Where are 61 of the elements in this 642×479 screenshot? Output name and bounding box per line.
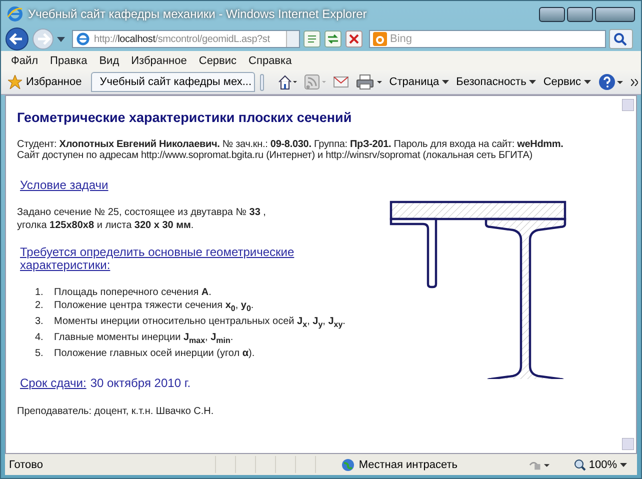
menu-item[interactable]: Вид (99, 54, 120, 66)
site-addresses-text: Сайт доступен по адресам http://www.sopromat.bgita.ru (Интернет) и http://winsrv/sopromat (локальная сеть БГИТА) (17, 150, 534, 161)
globe-icon (340, 458, 355, 472)
list-number: 4. (35, 331, 44, 345)
list-number: 2. (35, 299, 44, 313)
menu-item[interactable]: Избранное (131, 54, 187, 66)
list-number: 5. (35, 347, 44, 360)
list-item-text: Положение центра тяжести сечения x$_{0}$, y$_{0}$. (54, 299, 254, 315)
overflow-chevron-icon[interactable] (631, 78, 638, 86)
browser-tab[interactable]: Учебный сайт кафедры мех... (90, 72, 255, 92)
student-info: Студент: Хлопотных Евгений Николаевич. № зач.кн.: 09-8.030. Группа: ПрЗ-201. Пароль для входа на сайт: weHdmm. (17, 139, 564, 150)
condition-link[interactable]: Условие задачи (20, 178, 387, 192)
zoom-icon (574, 458, 586, 470)
menu-item[interactable]: Файл (11, 54, 38, 66)
stop-icon[interactable] (345, 30, 363, 48)
refresh-icon[interactable] (324, 30, 342, 48)
requirement-link[interactable]: Требуется определить основные геометрические характеристики: (20, 246, 310, 272)
list-number: 1. (35, 286, 44, 299)
zone-text: Местная интрасеть (358, 458, 458, 470)
close-button[interactable] (595, 6, 635, 22)
scrollbar-down-icon (622, 438, 634, 450)
star-icon (8, 75, 22, 89)
printer-icon[interactable] (356, 74, 382, 90)
scrollbar-up-icon (622, 99, 634, 111)
teacher-text: Преподаватель: доцент, к.т.н. Швачко С.Н. (17, 406, 215, 417)
status-text: Готово (9, 458, 44, 470)
menu-item[interactable]: Правка (50, 54, 88, 66)
mail-icon[interactable] (333, 75, 350, 89)
page-icon (76, 32, 90, 46)
command-menu[interactable]: Безопасность (456, 76, 536, 88)
command-menu[interactable]: Страница (389, 76, 450, 88)
command-menu[interactable]: Сервис (543, 76, 591, 88)
minimize-button[interactable] (539, 6, 565, 22)
deadline-link[interactable]: Срок сдачи: (20, 376, 86, 390)
page-heading: Геометрические характеристики плоских сечений (17, 110, 353, 125)
caret-icon (529, 80, 536, 84)
search-box[interactable]: Bing (369, 30, 606, 48)
zoom-button[interactable]: 100% (568, 458, 633, 472)
deadline-date: 30 октября 2010 г. (90, 376, 191, 390)
list-number: 3. (35, 315, 44, 329)
list-item-text: Положение главных осей инерции (угол α). (54, 347, 255, 360)
caret-icon (584, 80, 591, 84)
compatibility-icon[interactable] (303, 30, 321, 48)
list-item-text: Моменты инерции относительно центральных осей J$_{x}$, J$_{y}$, J$_{xy}$. (54, 315, 346, 331)
back-icon[interactable] (5, 27, 29, 51)
caret-icon (620, 462, 627, 466)
url-text: http://localhost/smcontrol/geomidL.asp?st (94, 34, 271, 44)
maximize-button[interactable] (567, 6, 593, 22)
list-item-text: Площадь поперечного сечения A. (54, 286, 212, 299)
favorites-button[interactable]: Избранное (4, 75, 86, 89)
task-text: Задано сечение № 25, состоящее из двутавра № 33 , уголка 125x80x8 и листа 320 x 30 мм. (17, 206, 267, 232)
search-icon[interactable] (609, 29, 633, 49)
menu-item[interactable]: Сервис (198, 54, 237, 66)
address-field[interactable]: http://localhost/smcontrol/geomidL.asp?st (72, 30, 300, 48)
menu-item[interactable]: Справка (248, 54, 292, 66)
caret-icon (442, 80, 450, 84)
window-title: Учебный сайт кафедры механики - Windows Internet Explorer (28, 7, 368, 21)
list-item-text: Главные моменты инерции J$_{max}$, J$_{min}$. (54, 331, 234, 347)
help-icon[interactable] (598, 73, 624, 91)
dropdown-caret-icon[interactable] (57, 36, 65, 42)
home-icon[interactable] (277, 74, 298, 90)
